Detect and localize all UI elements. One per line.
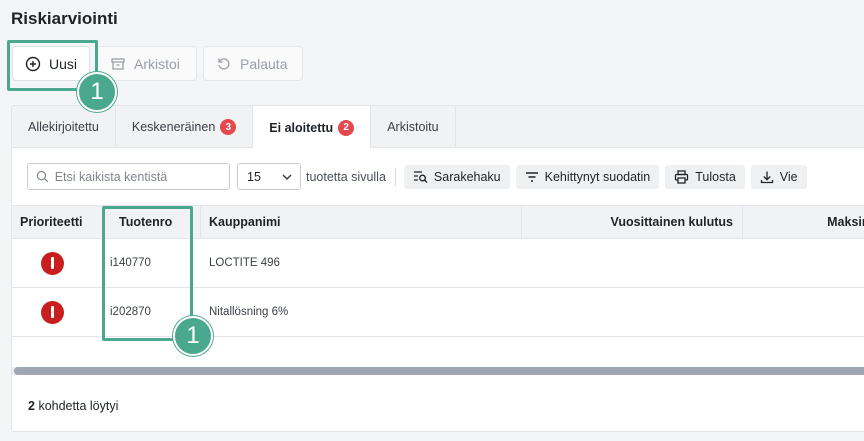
status-tabs: Allekirjoitettu Keskeneräinen 3 Ei aloit… (12, 106, 864, 149)
advanced-filter-button[interactable]: Kehittynyt suodatin (515, 164, 660, 189)
print-label: Tulosta (695, 169, 736, 184)
annual-usage-cell (522, 239, 743, 287)
tab-label: Ei aloitettu (269, 120, 334, 135)
priority-cell (12, 239, 103, 287)
column-header-product-no[interactable]: Tuotenro (103, 206, 201, 238)
tab-not-started[interactable]: Ei aloitettu 2 (253, 106, 372, 149)
restore-button[interactable]: Palauta (203, 46, 303, 81)
table-header: Prioriteetti Tuotenro Kauppanimi Vuositt… (12, 205, 864, 239)
archive-icon (111, 57, 125, 70)
result-count: 2 kohdetta löytyi (28, 399, 118, 413)
priority-high-icon (41, 251, 64, 275)
page-size-select[interactable]: 15 (237, 163, 301, 190)
column-search-label: Sarakehaku (433, 169, 501, 184)
table-toolbar: 15 tuotetta sivulla Sarakehaku Kehittyny… (27, 163, 813, 190)
priority-cell (12, 288, 103, 336)
column-search-icon (413, 171, 428, 183)
toolbar-divider (394, 167, 396, 186)
tab-label: Arkistoitu (387, 120, 439, 134)
search-box[interactable] (27, 163, 230, 190)
tab-signed[interactable]: Allekirjoitettu (12, 106, 116, 148)
tab-label: Keskeneräinen (131, 120, 216, 134)
column-header-max[interactable]: Maksim (743, 206, 864, 238)
per-page-label: tuotetta sivulla (306, 169, 386, 184)
plus-circle-icon (25, 56, 41, 71)
restore-icon (218, 57, 230, 70)
export-button[interactable]: Vie (750, 164, 807, 189)
max-cell (743, 288, 864, 336)
step-marker: 1 (173, 316, 213, 356)
products-table: Prioriteetti Tuotenro Kauppanimi Vuositt… (12, 205, 864, 337)
chevron-down-icon (282, 173, 292, 180)
risk-assessment-panel: Allekirjoitettu Keskeneräinen 3 Ei aloit… (11, 105, 864, 432)
trade-name-cell: LOCTITE 496 (209, 257, 280, 269)
step-marker: 1 (77, 72, 117, 112)
page-size-value: 15 (247, 169, 261, 184)
search-icon (36, 170, 49, 183)
tab-label: Allekirjoitettu (28, 120, 99, 134)
table-row[interactable]: i140770 LOCTITE 496 (12, 239, 864, 288)
priority-high-icon (41, 300, 64, 324)
result-count-number: 2 (28, 399, 35, 413)
tab-in-progress[interactable]: Keskeneräinen 3 (116, 106, 254, 148)
result-count-label: kohdetta löytyi (38, 399, 119, 413)
tab-archived[interactable]: Arkistoitu (371, 106, 456, 148)
max-cell (743, 239, 864, 287)
table-row[interactable]: i202870 Nitallösning 6% (12, 288, 864, 337)
filter-icon (525, 171, 538, 182)
archive-button-label: Arkistoi (134, 55, 180, 72)
product-no-cell: i140770 (110, 257, 151, 269)
printer-icon (675, 169, 689, 184)
archive-button[interactable]: Arkistoi (97, 46, 197, 81)
advanced-filter-label: Kehittynyt suodatin (544, 169, 651, 184)
print-button[interactable]: Tulosta (665, 164, 745, 189)
column-header-priority[interactable]: Prioriteetti (12, 206, 103, 238)
new-button[interactable]: Uusi (12, 46, 90, 81)
count-badge: 2 (338, 119, 355, 136)
column-header-annual-usage[interactable]: Vuosittainen kulutus (522, 206, 743, 238)
count-badge: 3 (220, 119, 237, 135)
annual-usage-cell (522, 288, 743, 336)
restore-button-label: Palauta (240, 55, 288, 72)
download-icon (760, 171, 773, 183)
page-title: Riskiarviointi (11, 9, 118, 28)
new-button-label: Uusi (48, 55, 77, 72)
column-search-button[interactable]: Sarakehaku (403, 164, 510, 189)
scrollbar-thumb[interactable] (14, 367, 864, 375)
export-label: Vie (779, 169, 798, 184)
column-header-trade-name[interactable]: Kauppanimi (201, 206, 522, 238)
search-input[interactable] (54, 169, 221, 184)
trade-name-cell: Nitallösning 6% (209, 306, 289, 318)
horizontal-scrollbar[interactable] (12, 367, 864, 375)
